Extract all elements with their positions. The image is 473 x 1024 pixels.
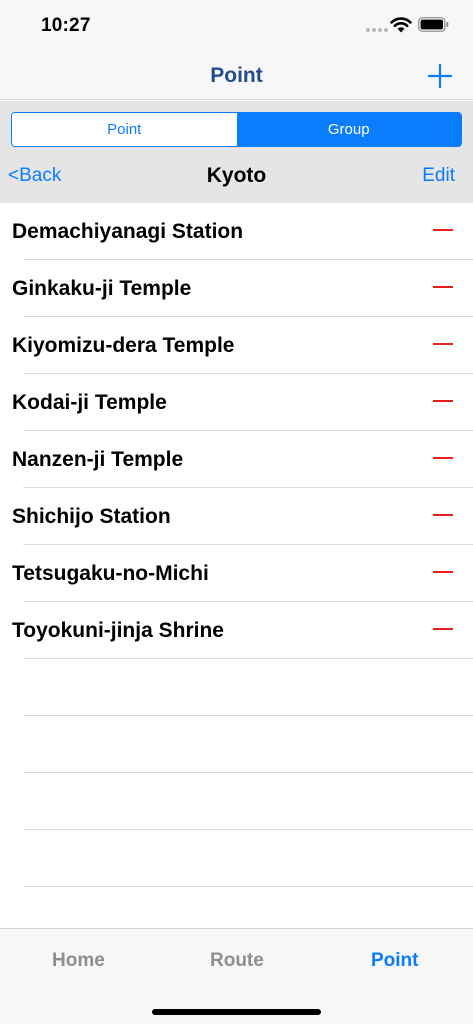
empty-row: [0, 716, 473, 773]
list-item[interactable]: Tetsugaku-no-Michi: [0, 545, 473, 602]
minus-icon[interactable]: [433, 400, 453, 403]
minus-icon[interactable]: [433, 514, 453, 517]
group-title: Kyoto: [206, 164, 267, 187]
segment-point[interactable]: Point: [12, 113, 237, 146]
minus-icon[interactable]: [433, 229, 453, 232]
list-item[interactable]: Nanzen-ji Temple: [0, 431, 473, 488]
edit-button[interactable]: Edit: [422, 165, 455, 187]
list-item[interactable]: Kiyomizu-dera Temple: [0, 317, 473, 374]
segmented-control: Point Group: [11, 112, 462, 147]
list-item-label: Nanzen-ji Temple: [12, 448, 184, 471]
group-header: Point Group <Back Kyoto Edit: [0, 101, 473, 203]
back-button[interactable]: <Back: [8, 165, 61, 187]
list-item-label: Kiyomizu-dera Temple: [12, 334, 235, 357]
plus-icon[interactable]: [426, 62, 454, 90]
list-item[interactable]: Ginkaku-ji Temple: [0, 260, 473, 317]
minus-icon[interactable]: [433, 628, 453, 631]
point-list: Demachiyanagi Station Ginkaku-ji Temple …: [0, 203, 473, 887]
tab-route[interactable]: Route: [210, 950, 264, 972]
cellular-signal-icon: [366, 28, 388, 32]
status-time: 10:27: [41, 15, 91, 36]
home-indicator[interactable]: [152, 1009, 321, 1015]
wifi-icon: [390, 17, 412, 33]
list-item-label: Shichijo Station: [12, 505, 171, 528]
list-item-label: Toyokuni-jinja Shrine: [12, 619, 224, 642]
list-item[interactable]: Kodai-ji Temple: [0, 374, 473, 431]
page-title: Point: [210, 64, 263, 87]
list-item-label: Ginkaku-ji Temple: [12, 277, 192, 300]
list-item[interactable]: Demachiyanagi Station: [0, 203, 473, 260]
battery-icon: [418, 17, 449, 32]
empty-row: [0, 830, 473, 887]
list-item[interactable]: Toyokuni-jinja Shrine: [0, 602, 473, 659]
list-item-label: Kodai-ji Temple: [12, 391, 167, 414]
empty-row: [0, 773, 473, 830]
minus-icon[interactable]: [433, 457, 453, 460]
status-bar: 10:27: [0, 0, 473, 52]
list-item-label: Demachiyanagi Station: [12, 220, 244, 243]
list-item-label: Tetsugaku-no-Michi: [12, 562, 209, 585]
minus-icon[interactable]: [433, 343, 453, 346]
tab-home[interactable]: Home: [52, 950, 105, 972]
navigation-bar: Point: [0, 52, 473, 100]
list-item[interactable]: Shichijo Station: [0, 488, 473, 545]
segment-group[interactable]: Group: [236, 113, 461, 146]
minus-icon[interactable]: [433, 286, 453, 289]
empty-row: [0, 659, 473, 716]
minus-icon[interactable]: [433, 571, 453, 574]
tab-point[interactable]: Point: [371, 950, 419, 972]
